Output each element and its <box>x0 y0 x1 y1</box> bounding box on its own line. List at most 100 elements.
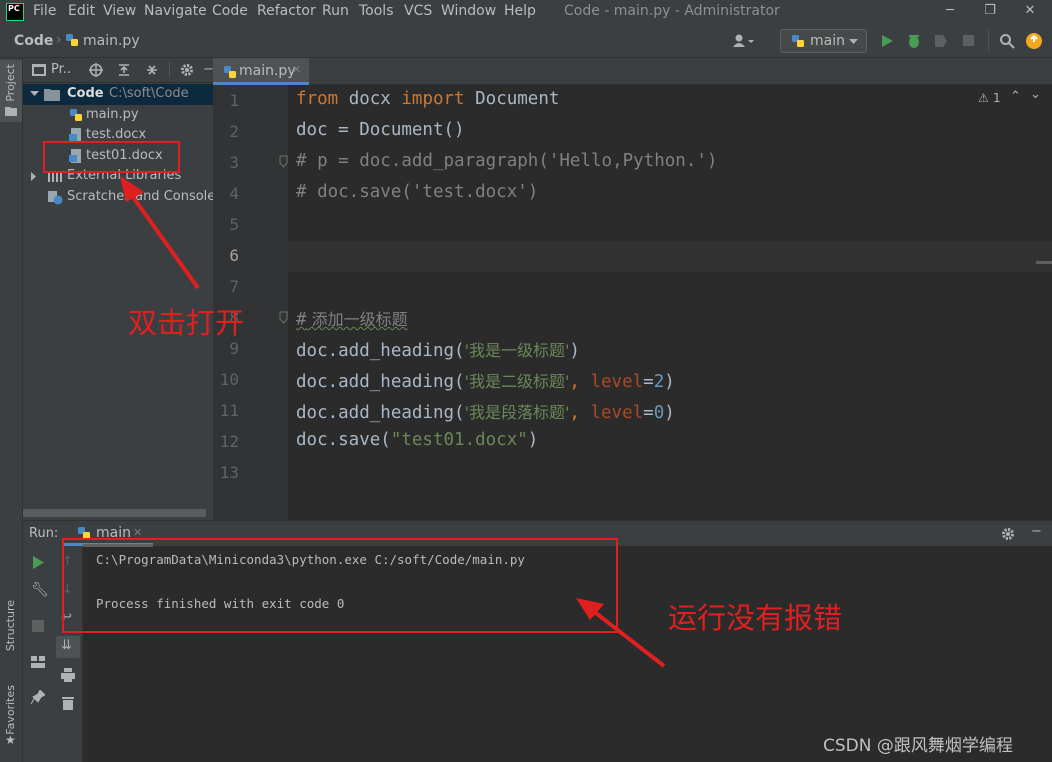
layout-icon[interactable] <box>31 656 45 668</box>
menu-navigate[interactable]: Navigate <box>144 3 207 19</box>
code-editor[interactable]: from docx import Document doc = Document… <box>288 85 1052 520</box>
line-number: 10 <box>219 370 239 389</box>
run-configuration-dropdown[interactable]: main <box>780 29 867 53</box>
call: doc.add_heading( <box>296 403 465 423</box>
project-view-label[interactable]: Pr.. <box>51 62 71 77</box>
expand-all-icon[interactable] <box>117 63 131 77</box>
comment-hash: # <box>296 310 307 330</box>
breadcrumb-file[interactable]: main.py <box>83 33 140 49</box>
folder-icon <box>5 107 17 116</box>
tab-main-py[interactable]: main.py ✕ <box>213 58 309 85</box>
breadcrumb-project[interactable]: Code <box>14 33 53 49</box>
string-literal: '我是二级标题' <box>464 372 570 391</box>
breadcrumb-separator-icon: › <box>56 32 62 48</box>
gear-icon[interactable] <box>180 63 194 77</box>
separator: , <box>569 403 591 423</box>
docx-file-icon <box>69 128 81 142</box>
string-literal: '我是一级标题' <box>464 341 570 360</box>
menu-window[interactable]: Window <box>441 3 496 19</box>
toolbar-divider <box>988 30 989 52</box>
structure-tool-tab[interactable]: Structure <box>0 598 22 668</box>
fold-marker-icon[interactable] <box>279 311 288 324</box>
debug-icon[interactable] <box>906 33 922 49</box>
locate-icon[interactable] <box>89 63 103 77</box>
red-arrow-to-file <box>120 176 200 290</box>
tree-root-code[interactable]: Code C:\soft\Code <box>23 84 213 105</box>
caret-row-marker <box>1036 261 1052 264</box>
code-line-1: from docx import Document <box>296 89 559 109</box>
separator: , <box>569 372 591 392</box>
fold-marker-icon[interactable] <box>279 155 288 168</box>
menu-code[interactable]: Code <box>212 3 248 19</box>
pycharm-logo-icon: PC <box>6 3 24 21</box>
line-number: 11 <box>219 401 239 420</box>
comment-text: 添加一级标题 <box>306 310 408 329</box>
paren: ) <box>527 430 539 450</box>
project-view-icon <box>32 64 46 76</box>
project-panel-header: Pr.. − <box>23 58 214 83</box>
restore-button[interactable]: ❐ <box>970 1 1010 23</box>
chevron-down-icon <box>849 39 858 44</box>
python-file-icon <box>224 66 236 78</box>
param-name: level <box>590 403 644 423</box>
python-file-icon <box>66 34 78 46</box>
menu-run[interactable]: Run <box>322 3 349 19</box>
code-line-10: doc.add_heading('我是二级标题', level=2) <box>296 368 675 392</box>
equals: = <box>643 403 654 423</box>
next-highlight-icon[interactable]: ⌄ <box>1030 87 1041 102</box>
highlight-box-test01-docx <box>43 141 180 173</box>
run-icon[interactable] <box>880 34 894 48</box>
scroll-to-end-icon: ⇊ <box>61 638 72 653</box>
number-literal: 0 <box>653 403 665 423</box>
favorites-tool-tab[interactable]: Favorites ★ <box>0 683 22 753</box>
scroll-to-end-button[interactable]: ⇊ <box>56 636 80 658</box>
menu-edit[interactable]: Edit <box>68 3 95 19</box>
code-line-3: # p = doc.add_paragraph('Hello,Python.') <box>296 151 718 171</box>
warning-icon: ⚠ <box>978 91 989 105</box>
coverage-icon[interactable] <box>933 33 949 49</box>
collapse-all-icon[interactable] <box>145 63 159 77</box>
menu-view[interactable]: View <box>103 3 136 19</box>
horizontal-scrollbar[interactable] <box>23 509 206 517</box>
menu-tools[interactable]: Tools <box>359 3 394 19</box>
file-name: test.docx <box>86 127 147 142</box>
trash-icon[interactable] <box>62 696 74 710</box>
project-tool-tab[interactable]: Project <box>0 60 22 122</box>
tab-close-icon[interactable]: ✕ <box>292 63 301 76</box>
menu-file[interactable]: File <box>33 3 56 19</box>
chevron-down-icon <box>30 91 39 96</box>
pin-icon[interactable] <box>31 690 45 704</box>
code-line-8: # 添加一级标题 <box>296 306 408 330</box>
paren: ) <box>664 403 675 423</box>
title-bar: PC File Edit View Navigate Code Refactor… <box>0 0 1052 24</box>
hide-run-panel-icon[interactable]: − <box>1031 524 1042 539</box>
line-number: 13 <box>219 463 239 482</box>
watermark: CSDN @跟风舞烟学编程 <box>823 736 1013 756</box>
menu-vcs[interactable]: VCS <box>404 3 432 19</box>
call: doc.add_heading( <box>296 372 465 392</box>
project-tool-label: Project <box>4 64 17 102</box>
warning-count: 1 <box>993 91 1001 105</box>
wrench-icon[interactable]: 🔧︎ <box>31 582 49 598</box>
tab-label: main.py <box>239 63 296 79</box>
menu-help[interactable]: Help <box>504 3 536 19</box>
gear-icon[interactable] <box>1001 527 1015 541</box>
run-toolbar-primary: 🔧︎ <box>23 546 53 762</box>
update-notification-icon[interactable] <box>1025 32 1043 50</box>
rerun-icon[interactable] <box>32 556 44 569</box>
search-icon[interactable] <box>999 33 1015 49</box>
print-icon[interactable] <box>61 668 75 682</box>
window-title: Code - main.py - Administrator <box>564 3 780 19</box>
navigation-bar: Code › main.py main <box>0 24 1052 58</box>
close-button[interactable]: ✕ <box>1010 1 1050 23</box>
chevron-right-icon <box>31 172 36 181</box>
user-icon[interactable] <box>733 34 755 48</box>
param-name: level <box>590 372 644 392</box>
tree-file-main-py[interactable]: main.py <box>23 105 213 126</box>
annotation-no-error: 运行没有报错 <box>668 601 843 635</box>
previous-highlight-icon[interactable]: ⌃ <box>1010 89 1021 104</box>
menu-refactor[interactable]: Refactor <box>257 3 316 19</box>
stop-icon[interactable] <box>962 34 975 47</box>
minimize-button[interactable]: ─ <box>930 1 970 23</box>
stop-icon[interactable] <box>32 620 44 632</box>
